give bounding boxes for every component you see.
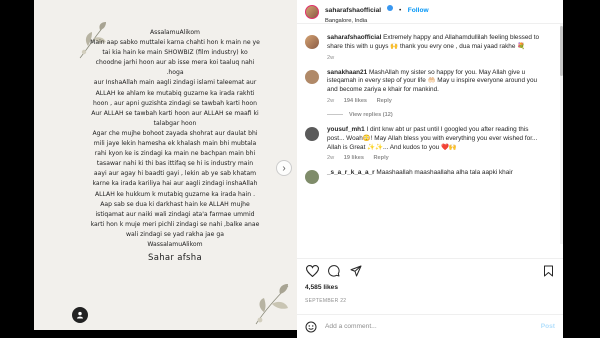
- action-bar: [297, 258, 563, 282]
- app-frame: AssalamuAlikom Main aap sabko muttalei k…: [0, 0, 600, 338]
- verified-badge-icon: [386, 4, 393, 11]
- next-arrow-icon[interactable]: ›: [276, 160, 292, 176]
- comment-likes[interactable]: 19 likes: [344, 155, 364, 161]
- letter-line: ALLAH ke hukkum k mutabiq guzarne ka ira…: [94, 190, 256, 198]
- letter-line: hoon , aur apni guzishta zindagi se tawb…: [93, 99, 257, 107]
- comment-username[interactable]: _s_a_r_k_a_a_r: [327, 169, 375, 176]
- letter-line: Aur ALLAH se tawbah karti hoon aur ALLAH…: [91, 109, 259, 117]
- list-item: sanakhaan21 MashAllah my sister so happy…: [305, 69, 555, 118]
- letter-line: Main aap sabko muttalei karna chahti hon…: [90, 39, 260, 47]
- letter-line: .hoga: [166, 69, 184, 77]
- letter-line: ALLAH ke ahlam ke mutabiq guzarne ka ira…: [95, 89, 255, 97]
- like-icon[interactable]: [305, 264, 319, 278]
- user-tag-icon[interactable]: [72, 307, 88, 323]
- letter-line: karne ka irada kariliya hai aur aagli zi…: [92, 180, 258, 188]
- comment-time: 2w: [327, 155, 335, 162]
- follow-button[interactable]: Follow: [408, 7, 429, 14]
- add-comment-bar: Add a comment... Post: [297, 314, 563, 338]
- reply-button[interactable]: Reply: [374, 155, 389, 161]
- separator-dot: •: [398, 7, 402, 14]
- letter-line: aayi aur agay hi baadti gayi , lekin ab …: [93, 170, 257, 178]
- letter-line: choodne jarhi hoon aur ab isse mera koi …: [95, 59, 255, 67]
- avatar[interactable]: [305, 69, 319, 84]
- letter-line: aur InshaAllah main aagli zindagi islami…: [93, 79, 257, 87]
- letter-line: tasawar nahi ki thi bas ittifaq se hi is…: [96, 160, 254, 168]
- post-media-panel: AssalamuAlikom Main aap sabko muttalei k…: [34, 0, 297, 330]
- header-username[interactable]: saharafshaofficial: [325, 7, 381, 14]
- caption-username[interactable]: saharafshaofficial: [327, 34, 381, 41]
- letter-line: AssalamuAlikom: [149, 29, 200, 36]
- comment-text: Maashaallah maashaallaha alha tala aapki…: [376, 169, 513, 177]
- letter-text: AssalamuAlikom Main aap sabko muttalei k…: [58, 28, 292, 263]
- reply-button[interactable]: Reply: [377, 98, 392, 104]
- letter-line: mili jaye lekin hamesha ek khalash main …: [93, 140, 257, 148]
- comment-icon[interactable]: [327, 264, 341, 278]
- bookmark-icon[interactable]: [541, 264, 555, 278]
- letter-line: Aap sab se dua ki darkhast hain ke ALLAH…: [100, 200, 250, 208]
- avatar[interactable]: [305, 35, 319, 49]
- list-item: yousuf_mh1 I dint knw abt ur past until …: [305, 126, 555, 161]
- comments-list: saharafshaofficial Extremely happy and A…: [297, 34, 563, 244]
- likes-count[interactable]: 4,585 likes: [305, 284, 338, 291]
- comment-input[interactable]: Add a comment...: [325, 323, 541, 330]
- view-replies-button[interactable]: View replies (12): [327, 112, 547, 118]
- share-icon[interactable]: [349, 264, 363, 278]
- post-comment-button[interactable]: Post: [541, 323, 555, 330]
- post-header: saharafshaofficial • Follow Bangalore, I…: [297, 0, 563, 24]
- list-item: _s_a_r_k_a_a_r Maashaallah maashaallaha …: [305, 169, 555, 185]
- comment-username[interactable]: yousuf_mh1: [327, 126, 365, 133]
- post-image[interactable]: AssalamuAlikom Main aap sabko muttalei k…: [34, 0, 297, 330]
- emoji-icon[interactable]: [305, 321, 317, 333]
- comment-likes[interactable]: 194 likes: [344, 98, 367, 104]
- avatar[interactable]: [305, 126, 319, 141]
- comment-time: 2w: [327, 97, 335, 104]
- comment-username[interactable]: sanakhaan21: [327, 69, 367, 76]
- caption: saharafshaofficial Extremely happy and A…: [305, 34, 555, 61]
- letter-line: rahi kyon ke is zindagi ka main ne bachp…: [94, 150, 256, 158]
- post-details-panel: saharafshaofficial • Follow Bangalore, I…: [297, 0, 563, 338]
- post-date: SEPTEMBER 22: [305, 298, 347, 304]
- caption-time: 2w: [327, 54, 335, 61]
- floral-decoration-icon: [255, 284, 289, 325]
- letter-signature: Sahar afsha: [148, 253, 202, 264]
- letter-line: talabgar hoon: [153, 119, 197, 127]
- letter-line: tai kia hain ke main SHOWBIZ (film indus…: [102, 49, 248, 57]
- letter-line: istiqamat aur naiki wali zindagi ata'a f…: [95, 210, 255, 218]
- letter-line: wali zindagi se yad rakha jae ga: [126, 230, 224, 238]
- location-link[interactable]: Bangalore, India: [325, 18, 429, 24]
- avatar[interactable]: [305, 170, 319, 185]
- letter-line: WassalamuAlikom: [147, 240, 203, 248]
- letter-line: karti hon k muje meri pichli zindagi se …: [90, 220, 260, 228]
- letter-line: Agar che mujhe bohoot zayada shohrat aur…: [92, 129, 258, 137]
- avatar[interactable]: [305, 4, 319, 19]
